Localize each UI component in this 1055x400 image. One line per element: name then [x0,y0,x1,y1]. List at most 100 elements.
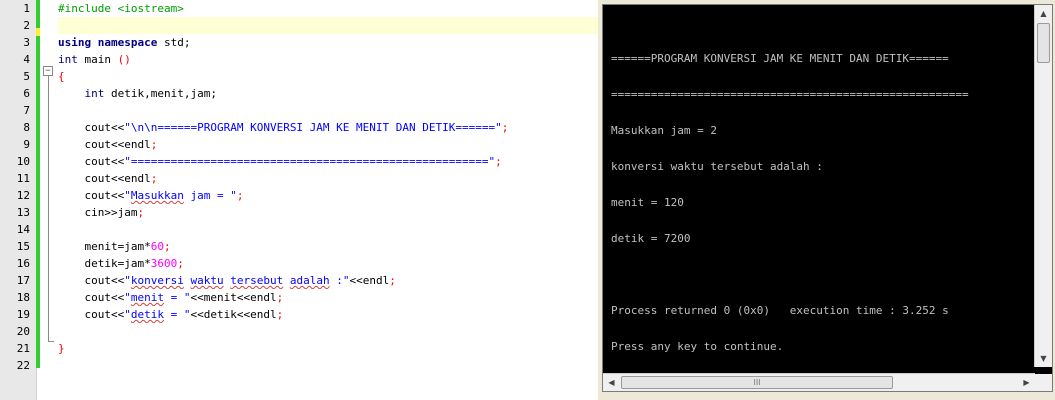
spellcheck-word: menit [130,291,164,304]
scroll-down-icon[interactable]: ▼ [1035,350,1052,367]
semicolon: ; [150,138,158,151]
scroll-up-icon[interactable]: ▲ [1035,5,1052,22]
code-line-9[interactable]: cout<<endl; [58,136,618,153]
stream-op: cout<< [84,274,125,287]
number-literal: 3600 [150,257,178,270]
stream-op: <<endl [349,274,390,287]
string-literal: " [124,291,131,304]
vertical-scrollbar[interactable]: ▲ ▼ [1034,5,1052,367]
stream-op: cout<< [84,189,125,202]
code-line-6[interactable]: int detik,menit,jam; [58,85,618,102]
semicolon: ; [495,155,502,168]
console-line: Process returned 0 (0x0) execution time … [611,304,949,317]
parentheses: () [117,53,131,66]
line-number: 9 [23,138,30,151]
line-number: 5 [23,70,30,83]
line-number: 18 [16,291,30,304]
code-line-21[interactable]: } [58,340,618,357]
string-literal: " [124,308,131,321]
line-number: 15 [16,240,30,253]
console-window[interactable]: ======PROGRAM KONVERSI JAM KE MENIT DAN … [598,0,1055,400]
code-line-13[interactable]: cin>>jam; [58,204,618,221]
identifier: detik,menit,jam; [104,87,217,100]
semicolon: ; [236,189,244,202]
code-line-5[interactable]: { [58,68,618,85]
stream-op: cout<< [84,121,125,134]
code-line-10[interactable]: cout<<"=================================… [58,153,618,170]
code-line-11[interactable]: cout<<endl; [58,170,618,187]
console-line: ========================================… [611,88,969,101]
console-line: detik = 7200 [611,232,691,245]
stream-op: cout<< [84,291,125,304]
spellcheck-word: adalah [289,274,330,287]
code-line-19[interactable]: cout<<"detik = "<<detik<<endl; [58,306,618,323]
fold-toggle-icon[interactable]: − [43,66,53,76]
expression: menit=jam* [84,240,151,253]
line-number: 6 [23,87,30,100]
line-number: 10 [16,155,30,168]
code-line-12[interactable]: cout<<"Masukkan jam = "; [58,187,618,204]
line-number: 14 [16,223,30,236]
console-output-text: ======PROGRAM KONVERSI JAM KE MENIT DAN … [611,29,1025,377]
console-line: konversi waktu tersebut adalah : [611,160,823,173]
type-keyword: int [84,87,105,100]
identifier: endl [124,172,151,185]
code-line-18[interactable]: cout<<"menit = "<<menit<<endl; [58,289,618,306]
string-literal: "=======================================… [124,155,496,168]
code-line-8[interactable]: cout<<"\n\n======PROGRAM KONVERSI JAM KE… [58,119,618,136]
spellcheck-word: waktu [190,274,224,287]
stream-op: cout<< [84,172,125,185]
line-number: 20 [16,325,30,338]
semicolon: ; [137,206,145,219]
semicolon: ; [276,308,284,321]
stream-op: cout<< [84,308,125,321]
console-output-area[interactable]: ======PROGRAM KONVERSI JAM KE MENIT DAN … [602,4,1053,392]
console-line: Masukkan jam = 2 [611,124,717,137]
line-number: 11 [16,172,30,185]
line-number: 2 [23,19,30,32]
identifier: std; [157,36,191,49]
line-number: 19 [16,308,30,321]
horizontal-scrollbar[interactable]: ◀ III ▶ [603,373,1035,391]
line-number: 22 [16,359,30,372]
code-line-16[interactable]: detik=jam*3600; [58,255,618,272]
fold-guide-end [48,341,54,342]
stream-op: cout<< [84,155,125,168]
spellcheck-word: tersebut [230,274,284,287]
string-space [283,274,290,287]
line-number: 7 [23,104,30,117]
code-line-15[interactable]: menit=jam*60; [58,238,618,255]
string-literal: = " [164,291,191,304]
string-literal: " [124,189,131,202]
code-line-1[interactable]: #include <iostream> [58,0,618,17]
line-number: 17 [16,274,30,287]
spellcheck-word: Masukkan [130,189,184,202]
type-keyword: int [58,53,78,66]
open-brace: { [58,70,65,83]
console-line: Press any key to continue. [611,340,784,353]
keyword: using [58,36,92,49]
function-name: main [77,53,118,66]
stream-op: cout<< [84,138,125,151]
semicolon: ; [150,172,158,185]
stream-op: <<detik<<endl [190,308,277,321]
vertical-scroll-thumb[interactable] [1037,23,1050,63]
console-line: menit = 120 [611,196,684,209]
preprocessor-directive: #include <iostream> [58,2,184,15]
code-line-17[interactable]: cout<<"konversi waktu tersebut adalah :"… [58,272,618,289]
line-number: 13 [16,206,30,219]
code-line-4[interactable]: int main () [58,51,618,68]
string-literal: " [124,274,131,287]
semicolon: ; [389,274,396,287]
scroll-right-icon[interactable]: ▶ [1018,374,1035,391]
scroll-left-icon[interactable]: ◀ [603,374,620,391]
line-number: 16 [16,257,30,270]
code-line-3[interactable]: using namespace std; [58,34,618,51]
current-line-highlight [58,17,605,34]
stream-op: <<menit<<endl [190,291,277,304]
code-editor[interactable]: 1 2 3 4 5 6 7 8 9 10 11 12 13 14 15 16 1… [0,0,605,400]
horizontal-scroll-thumb[interactable]: III [621,376,893,389]
semicolon: ; [177,257,184,270]
semicolon: ; [276,291,284,304]
